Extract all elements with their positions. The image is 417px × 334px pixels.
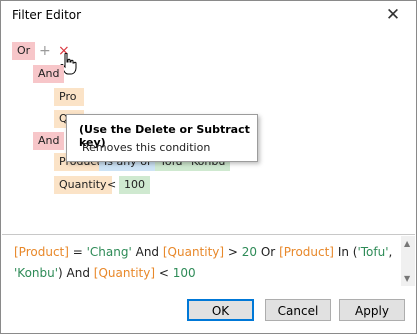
cancel-button[interactable]: Cancel — [265, 299, 331, 321]
ok-button[interactable]: OK — [187, 299, 254, 321]
expr-value: 20 — [241, 245, 258, 259]
scroll-up-icon[interactable]: ▲ — [404, 239, 410, 248]
group-and-node[interactable]: And — [33, 65, 65, 83]
filter-expression: [Product] = 'Chang' And [Quantity] > 20 … — [14, 242, 398, 284]
expr-field: [Product] — [279, 245, 334, 259]
expr-value: 'Tofu' — [357, 245, 389, 259]
scroll-down-icon[interactable]: ▼ — [404, 274, 410, 283]
vertical-scrollbar[interactable]: ▲ ▼ — [401, 236, 415, 286]
add-condition-icon[interactable]: + — [39, 43, 51, 59]
close-icon[interactable]: ✕ — [384, 6, 402, 24]
expr-field: [Quantity] — [93, 266, 156, 280]
expr-text: In ( — [334, 245, 358, 259]
expr-value: 'Chang' — [86, 245, 132, 259]
condition-value[interactable]: 100 — [119, 176, 150, 194]
condition-field[interactable]: Pro — [54, 88, 84, 106]
filter-editor-window: Filter Editor ✕ Or + × And Pro Qu And Pr… — [0, 0, 417, 334]
expr-text: Or — [257, 245, 280, 259]
window-title: Filter Editor — [12, 8, 82, 22]
delete-tooltip: (Use the Delete or Subtract key) Removes… — [66, 114, 258, 162]
expr-text: = — [68, 245, 87, 259]
expr-field: [Quantity] — [162, 245, 225, 259]
group-or-node[interactable]: Or — [12, 42, 36, 60]
expr-text: > — [224, 245, 242, 259]
expr-field: [Product] — [14, 245, 69, 259]
condition-field[interactable]: Quantity — [54, 176, 112, 194]
expr-text: , — [388, 245, 393, 259]
tooltip-body: Removes this condition — [82, 141, 211, 154]
expression-editor[interactable]: [Product] = 'Chang' And [Quantity] > 20 … — [2, 236, 400, 286]
title-bar: Filter Editor ✕ — [1, 1, 416, 31]
condition-operator[interactable]: < — [107, 176, 116, 194]
expr-text: ) And — [58, 266, 94, 280]
group-and-node[interactable]: And — [33, 132, 65, 150]
expr-text: < — [155, 266, 173, 280]
expr-value: 100 — [172, 266, 196, 280]
apply-button[interactable]: Apply — [339, 299, 405, 321]
filter-tree: Or + × And Pro Qu And Product Is any of … — [2, 31, 415, 231]
expr-text: And — [131, 245, 163, 259]
button-bar: OK Cancel Apply — [2, 289, 415, 333]
expr-value: 'Konbu' — [14, 266, 59, 280]
splitter[interactable] — [2, 234, 415, 235]
